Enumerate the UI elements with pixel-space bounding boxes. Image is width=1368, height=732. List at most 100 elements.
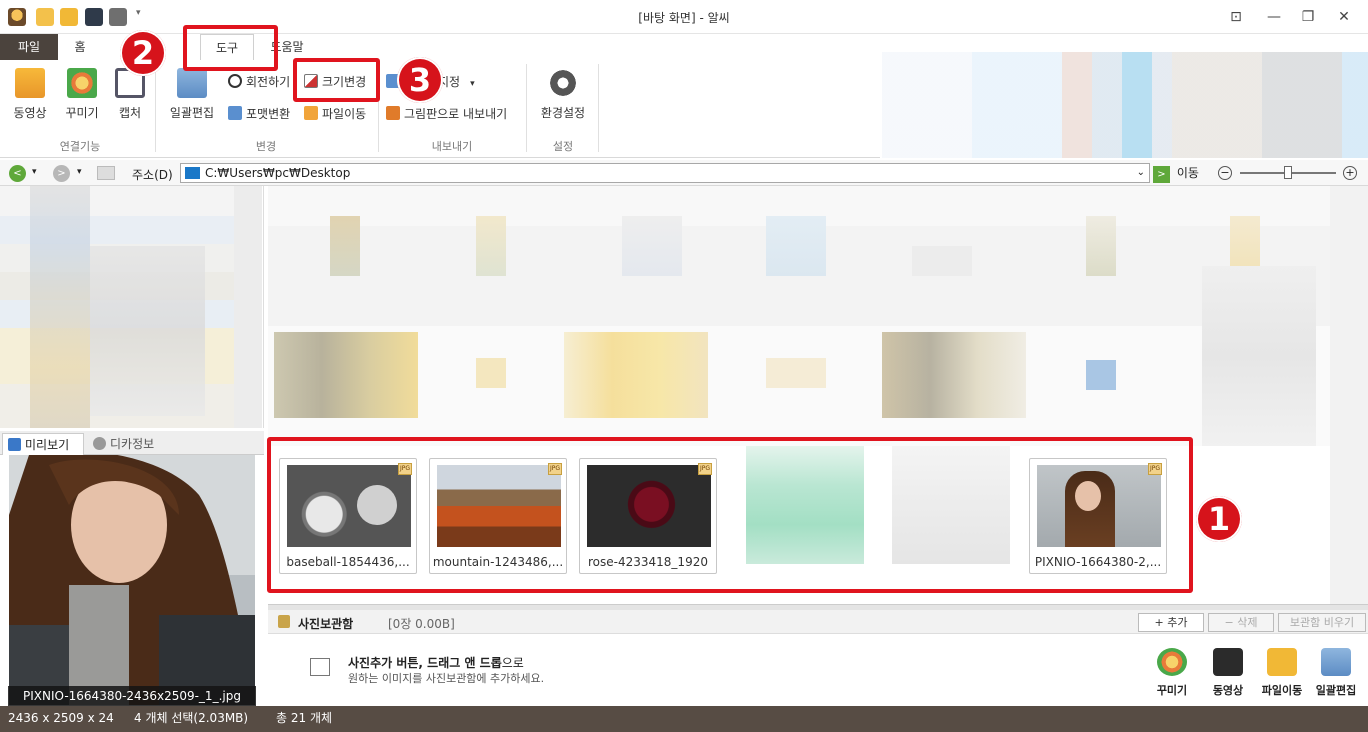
tab-preview[interactable]: 미리보기 [2,433,84,455]
preview-filename: PIXNIO-1664380-2436x2509-_1_.jpg [8,686,256,706]
annotation-box-tools-tab [183,25,278,71]
annotation-box-resize [293,58,380,102]
group-connect-label: 연결기능 [59,140,101,153]
tab-file[interactable]: 파일 [0,34,58,60]
forward-dropdown-icon[interactable]: ▾ [77,167,82,177]
back-button[interactable]: < [9,165,26,182]
status-selection: 4 개체 선택(2.03MB) [134,711,249,725]
annotation-badge-1: 1 [1196,496,1242,542]
delete-photo-button[interactable]: − 삭제 [1208,613,1274,632]
palette-icon [67,68,97,98]
minimize-button[interactable]: — [1262,6,1286,28]
tab-camera-info-label: 디카정보 [110,437,155,451]
folder-move-icon [1267,648,1297,676]
film-icon [15,68,45,98]
window-title: [바탕 화면] - 알씨 [638,11,730,25]
tab-preview-label: 미리보기 [25,438,70,452]
go-button[interactable]: > 이동 [1153,164,1199,183]
file-move-icon [304,106,318,120]
address-bar: < ▾ > ▾ 주소(D) C:₩Users₩pc₩Desktop ⌄ > 이동… [0,160,1368,186]
annotation-badge-3: 3 [397,57,443,103]
video-button[interactable]: 동영상 [4,68,56,121]
rotate-icon [228,74,242,88]
capture-button[interactable]: 캡처 [104,68,156,121]
storage-video-button[interactable]: 동영상 [1198,648,1258,698]
group-change-label: 변경 [255,140,277,153]
format-convert-button[interactable]: 포맷변환 [228,104,290,124]
storage-decorate-label: 꾸미기 [1156,684,1188,697]
export-paint-label: 그림판으로 내보내기 [404,107,508,121]
preview-image [9,455,255,705]
chevron-down-icon: ▾ [470,79,475,89]
zoom-in-icon[interactable]: + [1343,166,1357,180]
group-separator [155,64,156,152]
export-paint-button[interactable]: 그림판으로 내보내기 [386,104,507,124]
capture-label: 캡처 [118,106,142,120]
add-image-icon [310,658,330,676]
go-label: 이동 [1176,166,1199,180]
preview-photo [9,455,255,705]
storage-batch-edit-label: 일괄편집 [1315,684,1357,697]
rotate-button[interactable]: 회전하기 [228,72,290,92]
decorate-label: 꾸미기 [65,106,99,120]
address-input[interactable]: C:₩Users₩pc₩Desktop ⌄ [180,163,1150,183]
info-icon [93,437,106,450]
folder-tree[interactable] [0,186,264,428]
storage-decorate-button[interactable]: 꾸미기 [1142,648,1202,698]
settings-button[interactable]: 환경설정 [534,68,592,121]
storage-hint-suffix: 으로 [501,656,524,670]
blurred-thumbnail [274,332,418,418]
file-move-button[interactable]: 파일이동 [304,104,366,124]
ribbon-toggle-icon[interactable]: ⊡ [1224,6,1248,28]
palette-icon [1157,648,1187,676]
batch-edit-label: 일괄편집 [169,106,215,120]
storage-file-move-button[interactable]: 파일이동 [1252,648,1312,698]
blurred-thumbnail [476,216,506,276]
up-folder-icon[interactable] [97,166,115,180]
zoom-out-icon[interactable]: − [1218,166,1232,180]
tab-home[interactable]: 홈 [60,34,100,60]
blurred-thumbnail [766,216,826,276]
empty-storage-button[interactable]: 보관함 비우기 [1278,613,1366,632]
storage-hint: 사진추가 버튼, 드래그 앤 드롭으로 [348,654,524,671]
group-separator [598,64,599,152]
maximize-button[interactable]: ❐ [1296,6,1320,28]
address-label: 주소(D) [132,168,173,182]
blurred-folder-column [30,186,90,428]
blurred-scrollbar [1330,186,1368,604]
close-button[interactable]: ✕ [1332,6,1356,28]
annotation-badge-2: 2 [120,30,166,76]
photo-storage-body[interactable]: 사진추가 버튼, 드래그 앤 드롭으로 원하는 이미지를 사진보관함에 추가하세… [268,634,1368,706]
video-label: 동영상 [13,106,47,120]
blurred-thumbnail [766,358,826,388]
storage-hint-line2: 원하는 이미지를 사진보관함에 추가하세요. [348,672,545,685]
storage-batch-edit-button[interactable]: 일괄편집 [1306,648,1366,698]
preview-icon [8,438,21,451]
zoom-slider[interactable] [1240,166,1336,179]
back-dropdown-icon[interactable]: ▾ [32,167,37,177]
lock-icon [278,615,290,628]
tab-camera-info[interactable]: 디카정보 [88,433,174,455]
blurred-ribbon-area [882,52,1368,158]
settings-label: 환경설정 [540,106,586,120]
decorate-button[interactable]: 꾸미기 [56,68,108,121]
add-photo-button[interactable]: + 추가 [1138,613,1204,632]
forward-button[interactable]: > [53,165,70,182]
batch-edit-icon [1321,648,1351,676]
storage-hint-bold: 사진추가 버튼, 드래그 앤 드롭 [348,656,502,670]
blurred-thumbnail [330,216,360,276]
status-bar: 2436 x 2509 x 24 4 개체 선택(2.03MB) 총 21 개체 [0,706,1368,732]
blurred-thumbnail [882,332,1026,418]
pc-icon [185,167,200,179]
blurred-thumbnail [622,216,682,276]
status-dimensions: 2436 x 2509 x 24 [8,711,114,725]
blurred-thumbnail [476,358,506,388]
batch-edit-button[interactable]: 일괄편집 [166,68,218,121]
annotation-box-thumbnails [267,437,1193,593]
zoom-slider-handle[interactable] [1284,166,1292,179]
gear-icon [548,68,578,98]
address-dropdown-icon[interactable]: ⌄ [1137,164,1145,182]
format-convert-icon [228,106,242,120]
paint-export-icon [386,106,400,120]
address-path: C:₩Users₩pc₩Desktop [205,166,351,180]
